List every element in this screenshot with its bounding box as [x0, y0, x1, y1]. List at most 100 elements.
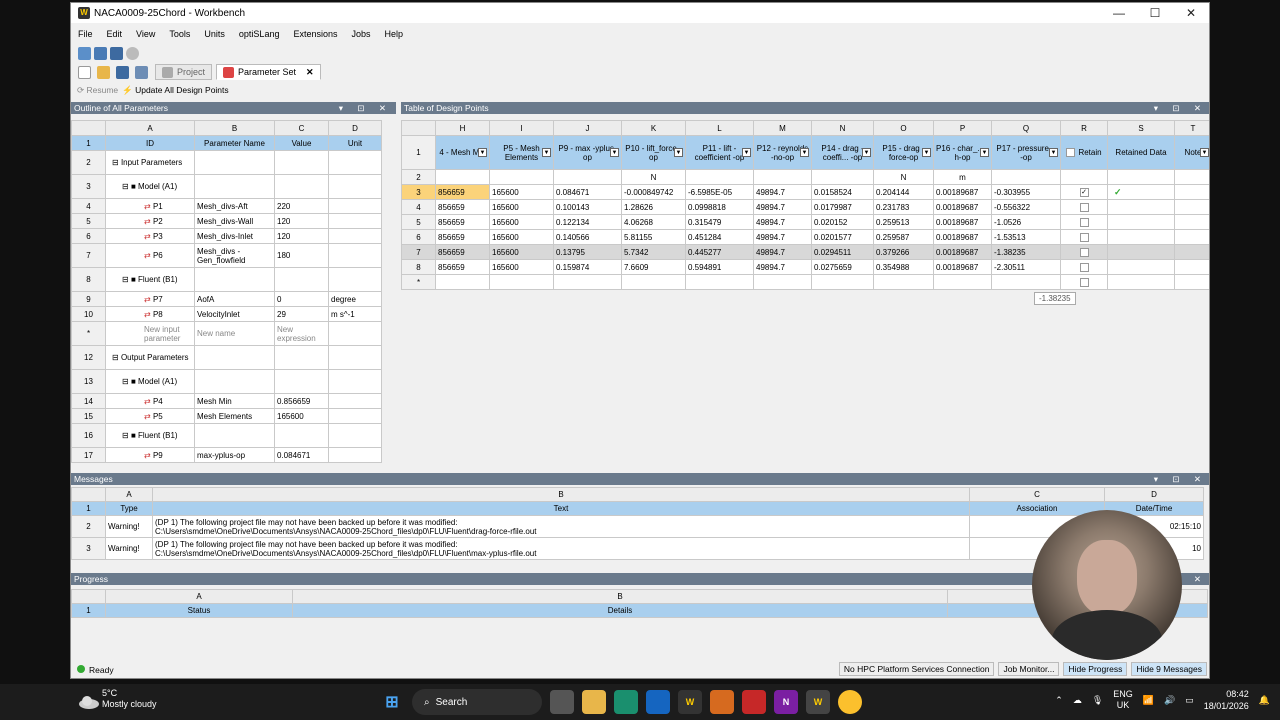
param-c[interactable]	[274, 369, 329, 394]
design-point-value[interactable]: 49894.7	[753, 184, 812, 200]
design-point-value[interactable]: 0.0275659	[811, 259, 874, 275]
design-point-value[interactable]: 0.0201577	[811, 229, 874, 245]
param-c[interactable]: 120	[274, 213, 329, 229]
design-point-value[interactable]: 7.6609	[621, 259, 686, 275]
panel-controls-icon[interactable]: ▾ ⊡ ✕	[1154, 473, 1207, 485]
outline-row[interactable]: 16 ⊟ ■ Fluent (B1)	[71, 423, 382, 448]
param-b[interactable]	[194, 174, 275, 199]
outline-row[interactable]: 8 ⊟ ■ Fluent (B1)	[71, 267, 382, 292]
column-menu-icon[interactable]: ▼	[610, 148, 619, 157]
retain-checkbox[interactable]	[1079, 262, 1089, 272]
design-point-value[interactable]: 0.00189687	[933, 184, 992, 200]
column-menu-icon[interactable]: ▼	[1049, 148, 1058, 157]
column-header[interactable]: P12 - reynolds -no-op ▼	[753, 135, 812, 170]
design-point-row[interactable]: 7 856659 165600 0.13795 5.7342 0.445277 49894.…	[401, 244, 1209, 260]
column-menu-icon[interactable]: ▼	[478, 148, 487, 157]
hpc-connection-button[interactable]: No HPC Platform Services Connection	[838, 662, 995, 676]
chrome-icon[interactable]	[838, 690, 862, 714]
column-menu-icon[interactable]: ▼	[1200, 148, 1209, 157]
param-b[interactable]	[194, 150, 275, 175]
param-c[interactable]: 165600	[274, 408, 329, 424]
outline-row[interactable]: 17 ⇄ P9 max-yplus-op 0.084671	[71, 447, 382, 463]
note-cell[interactable]	[1174, 229, 1209, 245]
design-point-value[interactable]: 0.451284	[685, 229, 754, 245]
param-b[interactable]: Mesh Elements	[194, 408, 275, 424]
design-point-value[interactable]: 49894.7	[753, 259, 812, 275]
search-box[interactable]: ⌕ Search	[412, 689, 542, 715]
close-button[interactable]: ✕	[1173, 3, 1209, 23]
param-b[interactable]: Mesh Min	[194, 393, 275, 409]
update-all-button[interactable]: ⚡ Update All Design Points	[122, 85, 229, 96]
design-point-value[interactable]: -2.30511	[991, 259, 1061, 275]
collapse-icon[interactable]: ⊟	[112, 158, 121, 167]
file-explorer-icon[interactable]	[582, 690, 606, 714]
outline-row[interactable]: * New input parameter New name New expressi…	[71, 321, 382, 346]
hide-progress-button[interactable]: Hide Progress	[1063, 662, 1128, 676]
design-point-value[interactable]: 0.231783	[873, 199, 934, 215]
retain-checkbox[interactable]	[1079, 277, 1089, 287]
menu-file[interactable]: File	[78, 29, 93, 39]
outline-row[interactable]: 3 ⊟ ■ Model (A1)	[71, 174, 382, 199]
column-header[interactable]: P14 - drag -coeffi... -op ▼	[811, 135, 874, 170]
design-point-value[interactable]: 165600	[489, 244, 554, 260]
column-menu-icon[interactable]: ▼	[862, 148, 871, 157]
outline-row[interactable]: 7 ⇄ P6 Mesh_divs -Gen_flowfield 180	[71, 243, 382, 268]
collapse-icon[interactable]: ⊟	[112, 353, 121, 362]
design-point-row[interactable]: 4 856659 165600 0.100143 1.28626 0.0998818 498…	[401, 199, 1209, 215]
column-header[interactable]: Retain	[1060, 135, 1108, 170]
maximize-button[interactable]: ☐	[1137, 3, 1173, 23]
design-point-value[interactable]: 0.0294511	[811, 244, 874, 260]
menu-view[interactable]: View	[136, 29, 155, 39]
design-point-value[interactable]: 856659	[435, 259, 490, 275]
menu-units[interactable]: Units	[204, 29, 225, 39]
matlab-icon[interactable]	[710, 690, 734, 714]
param-b[interactable]: Mesh_divs-Aft	[194, 198, 275, 214]
onenote-icon[interactable]: N	[774, 690, 798, 714]
retain-checkbox[interactable]	[1079, 247, 1089, 257]
save-as-icon[interactable]	[135, 65, 148, 79]
design-point-value[interactable]: 1.28626	[621, 199, 686, 215]
language-indicator[interactable]: ENG UK	[1113, 689, 1133, 711]
design-point-value[interactable]: 0.0158524	[811, 184, 874, 200]
design-point-value[interactable]: 165600	[489, 259, 554, 275]
tab-project[interactable]: Project	[155, 64, 213, 80]
param-b[interactable]: Mesh_divs-Wall	[194, 213, 275, 229]
minimize-button[interactable]: —	[1101, 3, 1137, 23]
param-c[interactable]: 29	[274, 306, 329, 322]
save-icon[interactable]	[116, 65, 129, 79]
resume-button[interactable]: ⟳ Resume	[77, 85, 118, 96]
outline-row[interactable]: 14 ⇄ P4 Mesh Min 0.856659	[71, 393, 382, 409]
column-menu-icon[interactable]: ▼	[674, 148, 683, 157]
param-c[interactable]: 0.084671	[274, 447, 329, 463]
outlook-icon[interactable]	[646, 690, 670, 714]
weather-widget[interactable]: 5°C Mostly cloudy	[102, 688, 157, 710]
design-point-value[interactable]: -0.556322	[991, 199, 1061, 215]
menu-edit[interactable]: Edit	[107, 29, 123, 39]
design-point-value[interactable]: 5.7342	[621, 244, 686, 260]
design-point-value[interactable]: 4.06268	[621, 214, 686, 230]
message-row[interactable]: 3 Warning! (DP 1) The following project fi…	[71, 537, 1204, 560]
outline-row[interactable]: 13 ⊟ ■ Model (A1)	[71, 369, 382, 394]
design-point-value[interactable]: 0.100143	[553, 199, 622, 215]
design-point-value[interactable]: 0.140566	[553, 229, 622, 245]
param-c[interactable]	[274, 267, 329, 292]
design-point-value[interactable]: 0.0998818	[685, 199, 754, 215]
column-header[interactable]: P9 - max -yplus-op ▼	[553, 135, 622, 170]
clock[interactable]: 08:42 18/01/2026	[1204, 688, 1249, 712]
param-b[interactable]	[194, 345, 275, 370]
param-b[interactable]: Mesh_divs -Gen_flowfield	[194, 243, 275, 268]
design-point-value[interactable]: 0.122134	[553, 214, 622, 230]
outline-row[interactable]: 4 ⇄ P1 Mesh_divs-Aft 220	[71, 198, 382, 214]
column-header[interactable]: P16 - char_... -h-op ▼	[933, 135, 992, 170]
outline-row[interactable]: 15 ⇄ P5 Mesh Elements 165600	[71, 408, 382, 424]
design-point-value[interactable]: 0.159874	[553, 259, 622, 275]
tray-expand-icon[interactable]: ⌃	[1055, 695, 1063, 706]
save-project-icon[interactable]	[110, 46, 123, 60]
design-point-value[interactable]: 0.13795	[553, 244, 622, 260]
param-c[interactable]: 0.856659	[274, 393, 329, 409]
retain-checkbox[interactable]: ✓	[1079, 187, 1089, 197]
battery-icon[interactable]: ▭	[1185, 695, 1194, 706]
param-b[interactable]: max-yplus-op	[194, 447, 275, 463]
refresh-icon[interactable]	[126, 46, 139, 60]
menu-tools[interactable]: Tools	[169, 29, 190, 39]
